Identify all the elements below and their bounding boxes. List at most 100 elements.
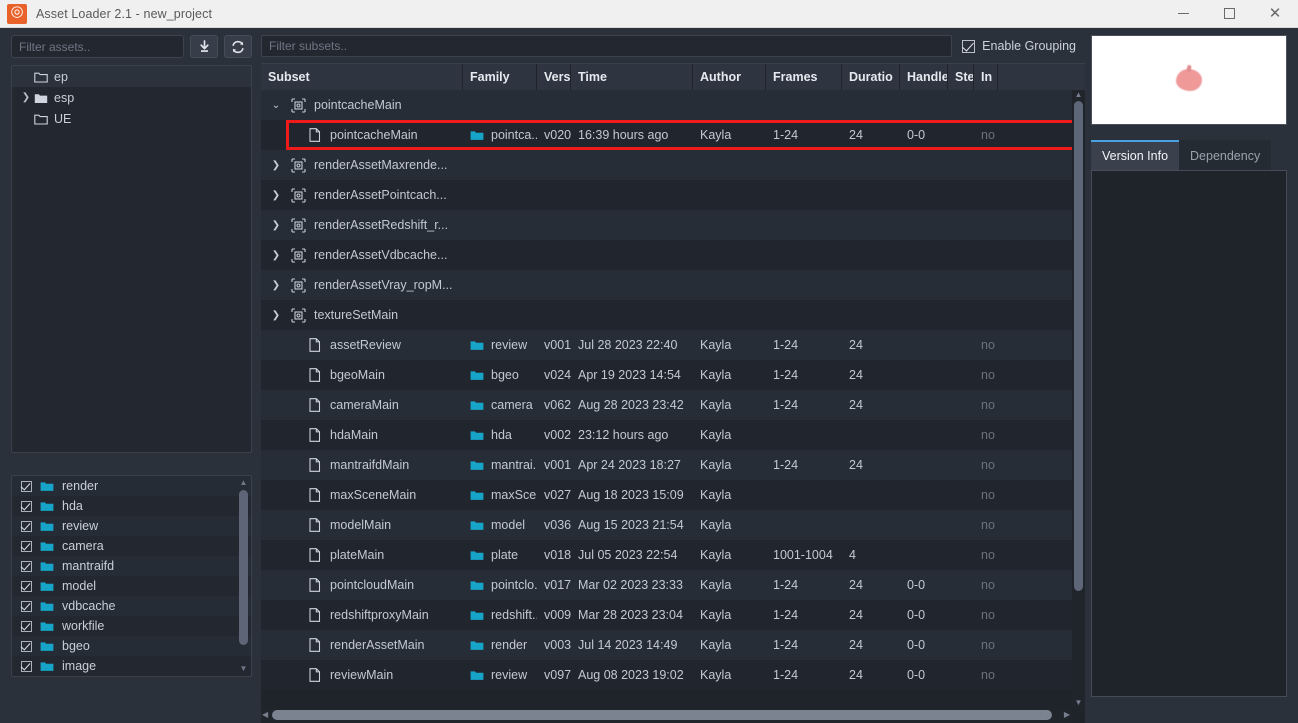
- checkbox-icon[interactable]: [21, 580, 32, 592]
- checkbox-icon[interactable]: [21, 520, 32, 532]
- table-row[interactable]: modelMain model v036 Aug 15 2023 21:54 Kayla…: [261, 510, 1085, 540]
- cell-in: no: [981, 638, 995, 652]
- scroll-down-icon[interactable]: ▼: [239, 664, 248, 674]
- chevron-right-icon[interactable]: ❯: [268, 160, 284, 171]
- column-header[interactable]: Duratio: [842, 64, 900, 90]
- table-group-row[interactable]: ❯ renderAssetVdbcache...: [261, 240, 1085, 270]
- cell-time: Jul 05 2023 22:54: [578, 548, 678, 562]
- family-list-label: model: [62, 579, 97, 593]
- maximize-button[interactable]: [1206, 0, 1252, 28]
- checkbox-icon[interactable]: [21, 480, 32, 492]
- scroll-down-icon[interactable]: ▼: [1074, 698, 1083, 707]
- chevron-down-icon[interactable]: ⌄: [268, 100, 284, 111]
- cell-time: Apr 19 2023 14:54: [578, 368, 681, 382]
- table-row[interactable]: pointcloudMain pointclo... v017 Mar 02 2023…: [261, 570, 1085, 600]
- chevron-right-icon[interactable]: ❯: [268, 190, 284, 201]
- tab-version-info[interactable]: Version Info: [1091, 140, 1180, 170]
- column-header[interactable]: Step: [948, 64, 974, 90]
- family-list-label: mantraifd: [62, 559, 115, 573]
- table-horizontal-scrollbar[interactable]: ◀ ▶: [261, 707, 1072, 723]
- column-header[interactable]: In: [974, 64, 998, 90]
- checkbox-icon[interactable]: [21, 620, 32, 632]
- download-button[interactable]: [190, 35, 218, 58]
- cell-text: mantrai...: [491, 458, 537, 472]
- family-list-item[interactable]: render: [12, 476, 251, 496]
- column-header[interactable]: Subset: [261, 64, 463, 90]
- family-list-item[interactable]: mantraifd: [12, 556, 251, 576]
- family-list-item[interactable]: camera: [12, 536, 251, 556]
- minimize-button[interactable]: [1160, 0, 1206, 28]
- family-list-item[interactable]: [12, 676, 251, 677]
- chevron-right-icon[interactable]: ❯: [18, 92, 34, 103]
- chevron-right-icon[interactable]: ❯: [268, 220, 284, 231]
- cell-subset: pointcloudMain: [261, 578, 463, 592]
- family-list-scrollbar[interactable]: ▲ ▼: [238, 478, 249, 674]
- table-group-row[interactable]: ❯ renderAssetRedshift_r...: [261, 210, 1085, 240]
- chevron-right-icon[interactable]: ❯: [268, 310, 284, 321]
- family-list-item[interactable]: vdbcache: [12, 596, 251, 616]
- scrollbar-thumb[interactable]: [272, 710, 1052, 720]
- table-row[interactable]: reviewMain review v097 Aug 08 2023 19:02 Kay…: [261, 660, 1085, 690]
- checkbox-icon[interactable]: [21, 540, 32, 552]
- table-row[interactable]: maxSceneMain maxSce... v027 Aug 18 2023 15:…: [261, 480, 1085, 510]
- cell-text: renderAssetVray_ropM...: [314, 278, 453, 292]
- scrollbar-thumb[interactable]: [1074, 101, 1083, 591]
- asset-tree-item[interactable]: › UE: [12, 108, 251, 129]
- family-filter-panel[interactable]: render hda review camera mantraifd model vdbca…: [11, 475, 252, 677]
- family-list-item[interactable]: image: [12, 656, 251, 676]
- table-vertical-scrollbar[interactable]: ▲ ▼: [1072, 90, 1085, 707]
- table-row[interactable]: hdaMain hda v002 23:12 hours ago Kayla no: [261, 420, 1085, 450]
- asset-tree-item[interactable]: › ep: [12, 66, 251, 87]
- column-header[interactable]: Handle: [900, 64, 948, 90]
- chevron-right-icon[interactable]: ❯: [268, 280, 284, 291]
- folder-outline-icon: [34, 72, 48, 83]
- checkbox-icon[interactable]: [21, 660, 32, 672]
- scroll-right-icon[interactable]: ▶: [1064, 710, 1070, 720]
- family-list-item[interactable]: hda: [12, 496, 251, 516]
- table-row[interactable]: plateMain plate v018 Jul 05 2023 22:54 Kayla…: [261, 540, 1085, 570]
- scroll-up-icon[interactable]: ▲: [1074, 90, 1083, 99]
- refresh-button[interactable]: [224, 35, 252, 58]
- checkbox-icon[interactable]: [21, 560, 32, 572]
- column-header[interactable]: Author: [693, 64, 766, 90]
- table-row[interactable]: cameraMain camera v062 Aug 28 2023 23:42 Kay…: [261, 390, 1085, 420]
- family-list-item[interactable]: model: [12, 576, 251, 596]
- chevron-right-icon[interactable]: ❯: [268, 250, 284, 261]
- table-group-row[interactable]: ❯ renderAssetMaxrende...: [261, 150, 1085, 180]
- table-group-row[interactable]: ❯ renderAssetPointcach...: [261, 180, 1085, 210]
- column-header[interactable]: Family: [463, 64, 537, 90]
- column-header[interactable]: Version: [537, 64, 571, 90]
- close-button[interactable]: ✕: [1252, 0, 1298, 28]
- table-row[interactable]: redshiftproxyMain redshift... v009 Mar 28 2…: [261, 600, 1085, 630]
- asset-tree-item[interactable]: ❯ esp: [12, 87, 251, 108]
- column-header[interactable]: Frames: [766, 64, 842, 90]
- cell-time: Aug 08 2023 19:02: [578, 668, 684, 682]
- table-row[interactable]: pointcacheMain pointca... v020 16:39 hours …: [261, 120, 1085, 150]
- enable-grouping-checkbox[interactable]: Enable Grouping: [962, 39, 1076, 53]
- family-list-item[interactable]: review: [12, 516, 251, 536]
- table-row[interactable]: mantraifdMain mantrai... v001 Apr 24 2023 1…: [261, 450, 1085, 480]
- column-header[interactable]: Time: [571, 64, 693, 90]
- scroll-up-icon[interactable]: ▲: [239, 478, 248, 488]
- cell-family: pointclo...: [463, 578, 537, 592]
- scrollbar-thumb[interactable]: [239, 490, 248, 645]
- cell-text: maxSceneMain: [330, 488, 417, 502]
- asset-tree-panel[interactable]: › ep ❯ esp › UE: [11, 65, 252, 453]
- table-row[interactable]: bgeoMain bgeo v024 Apr 19 2023 14:54 Kayla 1-…: [261, 360, 1085, 390]
- family-list-item[interactable]: workfile: [12, 616, 251, 636]
- document-icon: [309, 668, 321, 682]
- checkbox-icon[interactable]: [21, 500, 32, 512]
- scroll-left-icon[interactable]: ◀: [262, 710, 268, 720]
- table-group-row[interactable]: ❯ textureSetMain: [261, 300, 1085, 330]
- subset-filter-input[interactable]: [261, 35, 953, 57]
- table-row[interactable]: assetReview review v001 Jul 28 2023 22:40 Ka…: [261, 330, 1085, 360]
- table-row[interactable]: renderAssetMain render v003 Jul 14 2023 14:…: [261, 630, 1085, 660]
- checkbox-icon[interactable]: [21, 640, 32, 652]
- table-group-row[interactable]: ❯ renderAssetVray_ropM...: [261, 270, 1085, 300]
- asset-filter-row: [11, 35, 252, 58]
- family-list-item[interactable]: bgeo: [12, 636, 251, 656]
- asset-filter-input[interactable]: [11, 35, 184, 58]
- tab-dependency[interactable]: Dependency: [1179, 140, 1272, 170]
- table-group-row[interactable]: ⌄ pointcacheMain: [261, 90, 1085, 120]
- checkbox-icon[interactable]: [21, 600, 32, 612]
